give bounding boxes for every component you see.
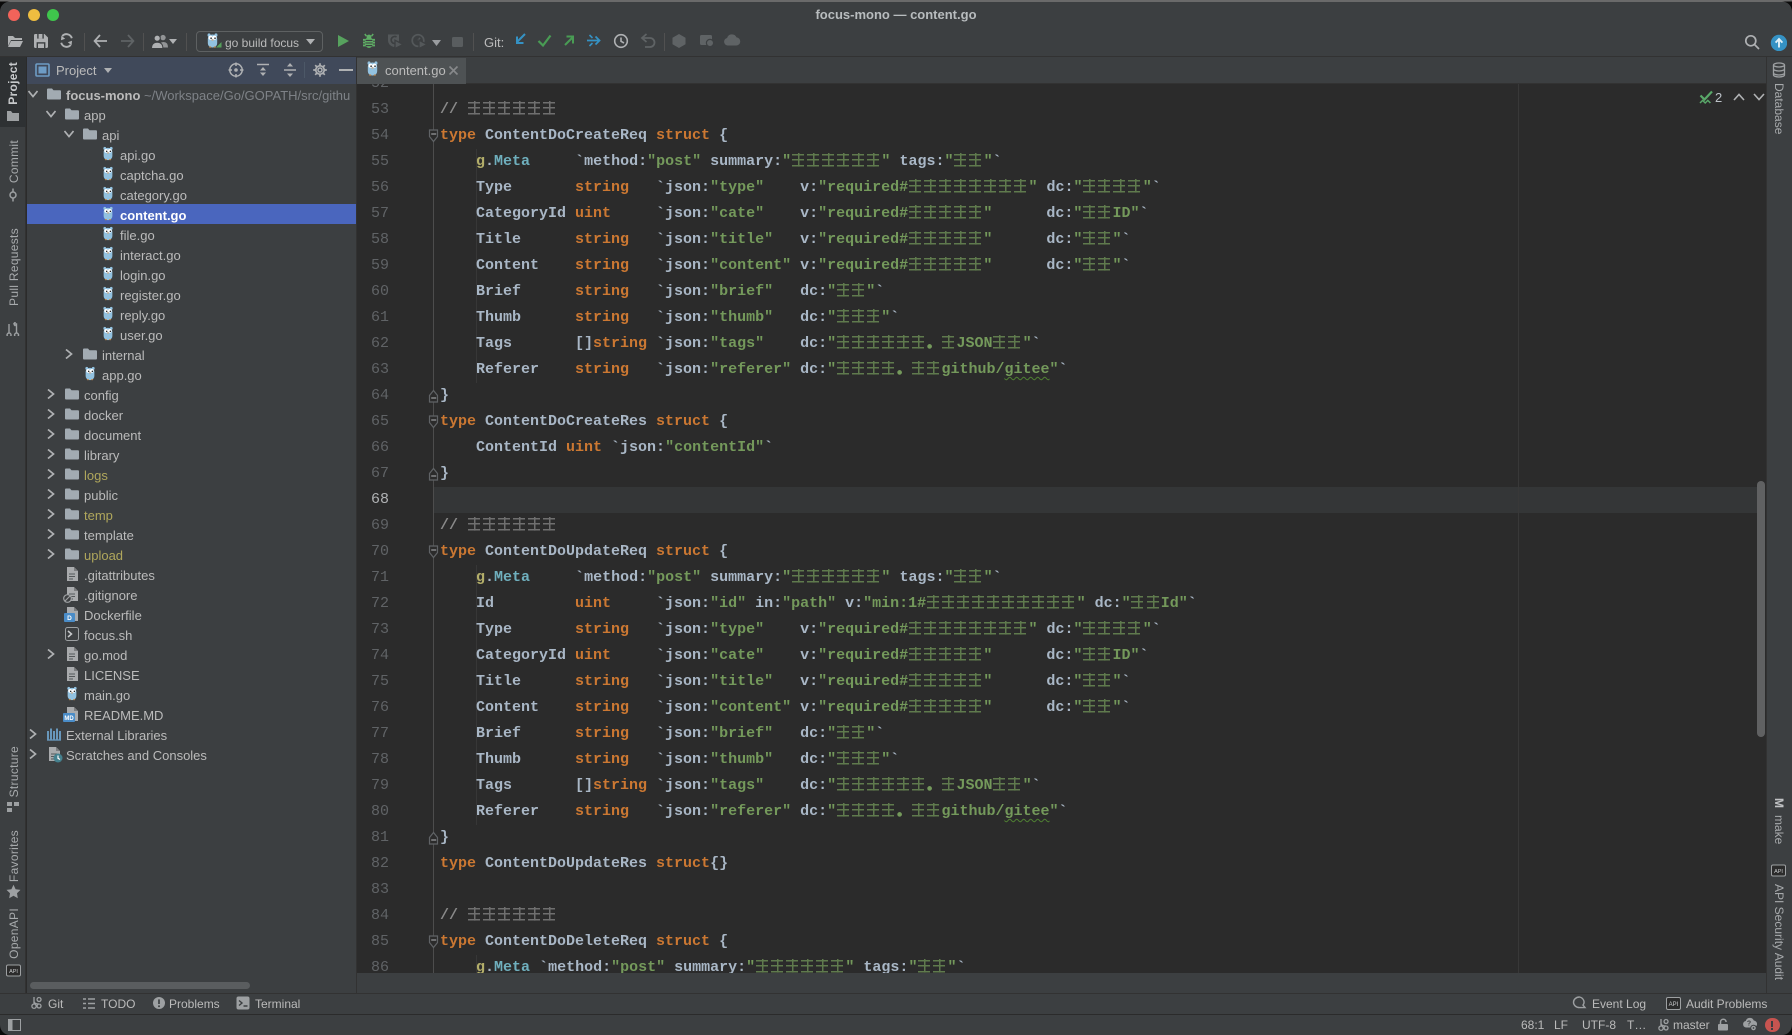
svg-text:API: API [9,969,18,975]
svg-text:MD: MD [64,716,74,722]
svg-text:API: API [1669,1002,1679,1008]
svg-text:?: ? [1747,1021,1751,1028]
svg-text:API: API [1774,869,1783,875]
svg-text:D: D [67,615,72,622]
